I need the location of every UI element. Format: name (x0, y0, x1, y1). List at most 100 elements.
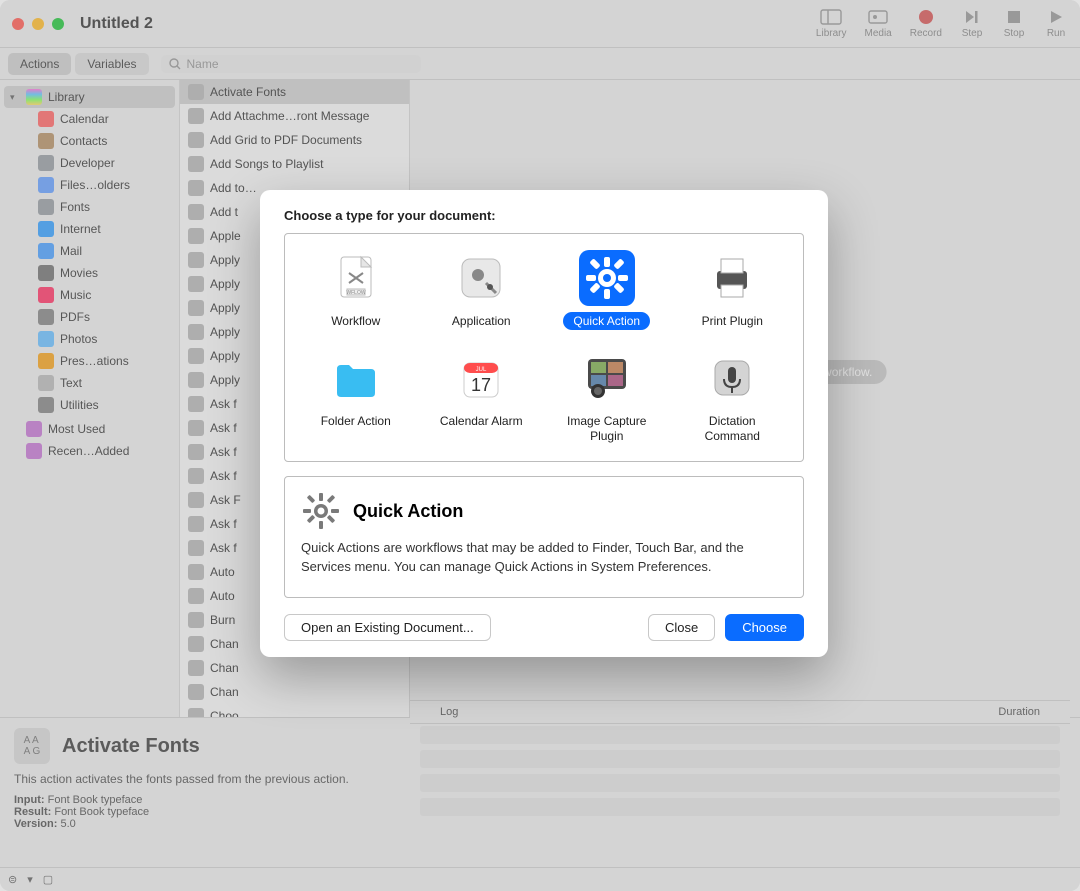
sidebar-most-used[interactable]: Most Used (4, 418, 175, 440)
category-icon (38, 155, 54, 171)
log-row-placeholder (420, 726, 1060, 744)
sidebar-item[interactable]: Contacts (32, 130, 175, 152)
toolbar-media[interactable]: Media (865, 8, 892, 39)
action-icon (188, 228, 204, 244)
status-bar: ⊜ ▾ ▢ (0, 867, 1080, 891)
sidebar-item-label: Calendar (60, 112, 109, 126)
doc-type-dictation-command[interactable]: Dictation Command (670, 346, 796, 449)
toolbar-record[interactable]: Record (910, 8, 942, 39)
action-label: Burn (210, 613, 235, 627)
doc-type-print-plugin[interactable]: Print Plugin (670, 246, 796, 334)
sidebar-item[interactable]: Internet (32, 218, 175, 240)
sidebar-recently-added[interactable]: Recen…Added (4, 440, 175, 462)
document-type-grid: WFLOWWorkflowApplicationQuick ActionPrin… (284, 233, 804, 462)
category-icon (38, 375, 54, 391)
sidebar-item[interactable]: Developer (32, 152, 175, 174)
status-box-icon[interactable]: ▢ (43, 873, 53, 886)
doc-type-application[interactable]: Application (419, 246, 545, 334)
sidebar-item-label: Utilities (60, 398, 99, 412)
action-icon (188, 636, 204, 652)
action-label: Ask f (210, 517, 237, 531)
category-icon (38, 331, 54, 347)
sidebar-item-label: PDFs (60, 310, 90, 324)
disclosure-triangle-icon[interactable]: ▾ (10, 92, 20, 103)
action-list-item[interactable]: Add Songs to Playlist (180, 152, 409, 176)
sidebar-item[interactable]: Mail (32, 240, 175, 262)
sidebar-item[interactable]: Utilities (32, 394, 175, 416)
action-label: Add to… (210, 181, 257, 195)
category-icon (38, 199, 54, 215)
doc-type-folder-action[interactable]: Folder Action (293, 346, 419, 449)
type-description-box: Quick Action Quick Actions are workflows… (284, 476, 804, 598)
sidebar-library-root[interactable]: ▾ Library (4, 86, 175, 108)
sidebar-item[interactable]: Pres…ations (32, 350, 175, 372)
toolbar-run[interactable]: Run (1044, 8, 1068, 39)
log-col-duration: Duration (998, 706, 1040, 718)
toolbar-library[interactable]: Library (816, 8, 847, 39)
action-label: Auto (210, 589, 235, 603)
svg-text:WFLOW: WFLOW (346, 290, 365, 296)
open-existing-button[interactable]: Open an Existing Document... (284, 614, 491, 641)
doc-type-quick-action[interactable]: Quick Action (544, 246, 670, 334)
action-icon (188, 660, 204, 676)
close-button[interactable]: Close (648, 614, 715, 641)
action-icon (188, 588, 204, 604)
desc-body: Quick Actions are workflows that may be … (301, 539, 787, 577)
toolbar-stop[interactable]: Stop (1002, 8, 1026, 39)
tab-actions[interactable]: Actions (8, 53, 71, 75)
modal-heading: Choose a type for your document: (284, 208, 804, 223)
doc-type-image-capture-plugin[interactable]: Image Capture Plugin (544, 346, 670, 449)
sidebar-item[interactable]: Fonts (32, 196, 175, 218)
action-list-item[interactable]: Add Attachme…ront Message (180, 104, 409, 128)
action-icon (188, 564, 204, 580)
sidebar-item[interactable]: Movies (32, 262, 175, 284)
document-type-modal: Choose a type for your document: WFLOWWo… (260, 190, 828, 657)
status-chevron-icon[interactable]: ▾ (27, 873, 33, 886)
window-minimize-button[interactable] (32, 18, 44, 30)
toolbar-step[interactable]: Step (960, 8, 984, 39)
doc-type-icon (328, 350, 384, 406)
sidebar-item[interactable]: Files…olders (32, 174, 175, 196)
action-label: Add Grid to PDF Documents (210, 133, 362, 147)
action-label: Auto (210, 565, 235, 579)
record-icon (914, 8, 938, 26)
doc-type-label: Image Capture Plugin (548, 412, 666, 445)
doc-type-workflow[interactable]: WFLOWWorkflow (293, 246, 419, 334)
status-copyright-icon[interactable]: ⊜ (8, 873, 17, 886)
category-icon (38, 397, 54, 413)
doc-type-icon (579, 250, 635, 306)
action-label: Add t (210, 205, 238, 219)
action-icon (188, 324, 204, 340)
window-close-button[interactable] (12, 18, 24, 30)
sidebar-item[interactable]: Calendar (32, 108, 175, 130)
search-field[interactable]: Name (161, 55, 421, 73)
gear-icon (301, 491, 341, 531)
action-label: Chan (210, 685, 239, 699)
sidebar-item[interactable]: PDFs (32, 306, 175, 328)
action-label: Apply (210, 325, 240, 339)
doc-type-calendar-alarm[interactable]: JUL17Calendar Alarm (419, 346, 545, 449)
toolbar-right: Library Media Record Step Stop Run (816, 8, 1068, 39)
titlebar: Untitled 2 Library Media Record Step Sto… (0, 0, 1080, 48)
library-icon (26, 89, 42, 105)
action-icon (188, 156, 204, 172)
sidebar-item[interactable]: Photos (32, 328, 175, 350)
action-list-item[interactable]: Chan (180, 656, 409, 680)
tab-variables[interactable]: Variables (75, 53, 148, 75)
media-icon (866, 8, 890, 26)
sidebar-item[interactable]: Music (32, 284, 175, 306)
action-icon (188, 684, 204, 700)
action-icon (188, 468, 204, 484)
window-zoom-button[interactable] (52, 18, 64, 30)
choose-button[interactable]: Choose (725, 614, 804, 641)
doc-type-icon (453, 250, 509, 306)
action-list-item[interactable]: Choo (180, 704, 409, 717)
sidebar-item[interactable]: Text (32, 372, 175, 394)
action-list-item[interactable]: Chan (180, 680, 409, 704)
sidebar-categories: Calendar ContactsDeveloperFiles…oldersFon… (4, 108, 175, 416)
action-list-item[interactable]: Add Grid to PDF Documents (180, 128, 409, 152)
filter-toolbar: Actions Variables Name (0, 48, 1080, 80)
doc-type-icon: JUL17 (453, 350, 509, 406)
log-row-placeholder (420, 798, 1060, 816)
action-list-item[interactable]: Activate Fonts (180, 80, 409, 104)
